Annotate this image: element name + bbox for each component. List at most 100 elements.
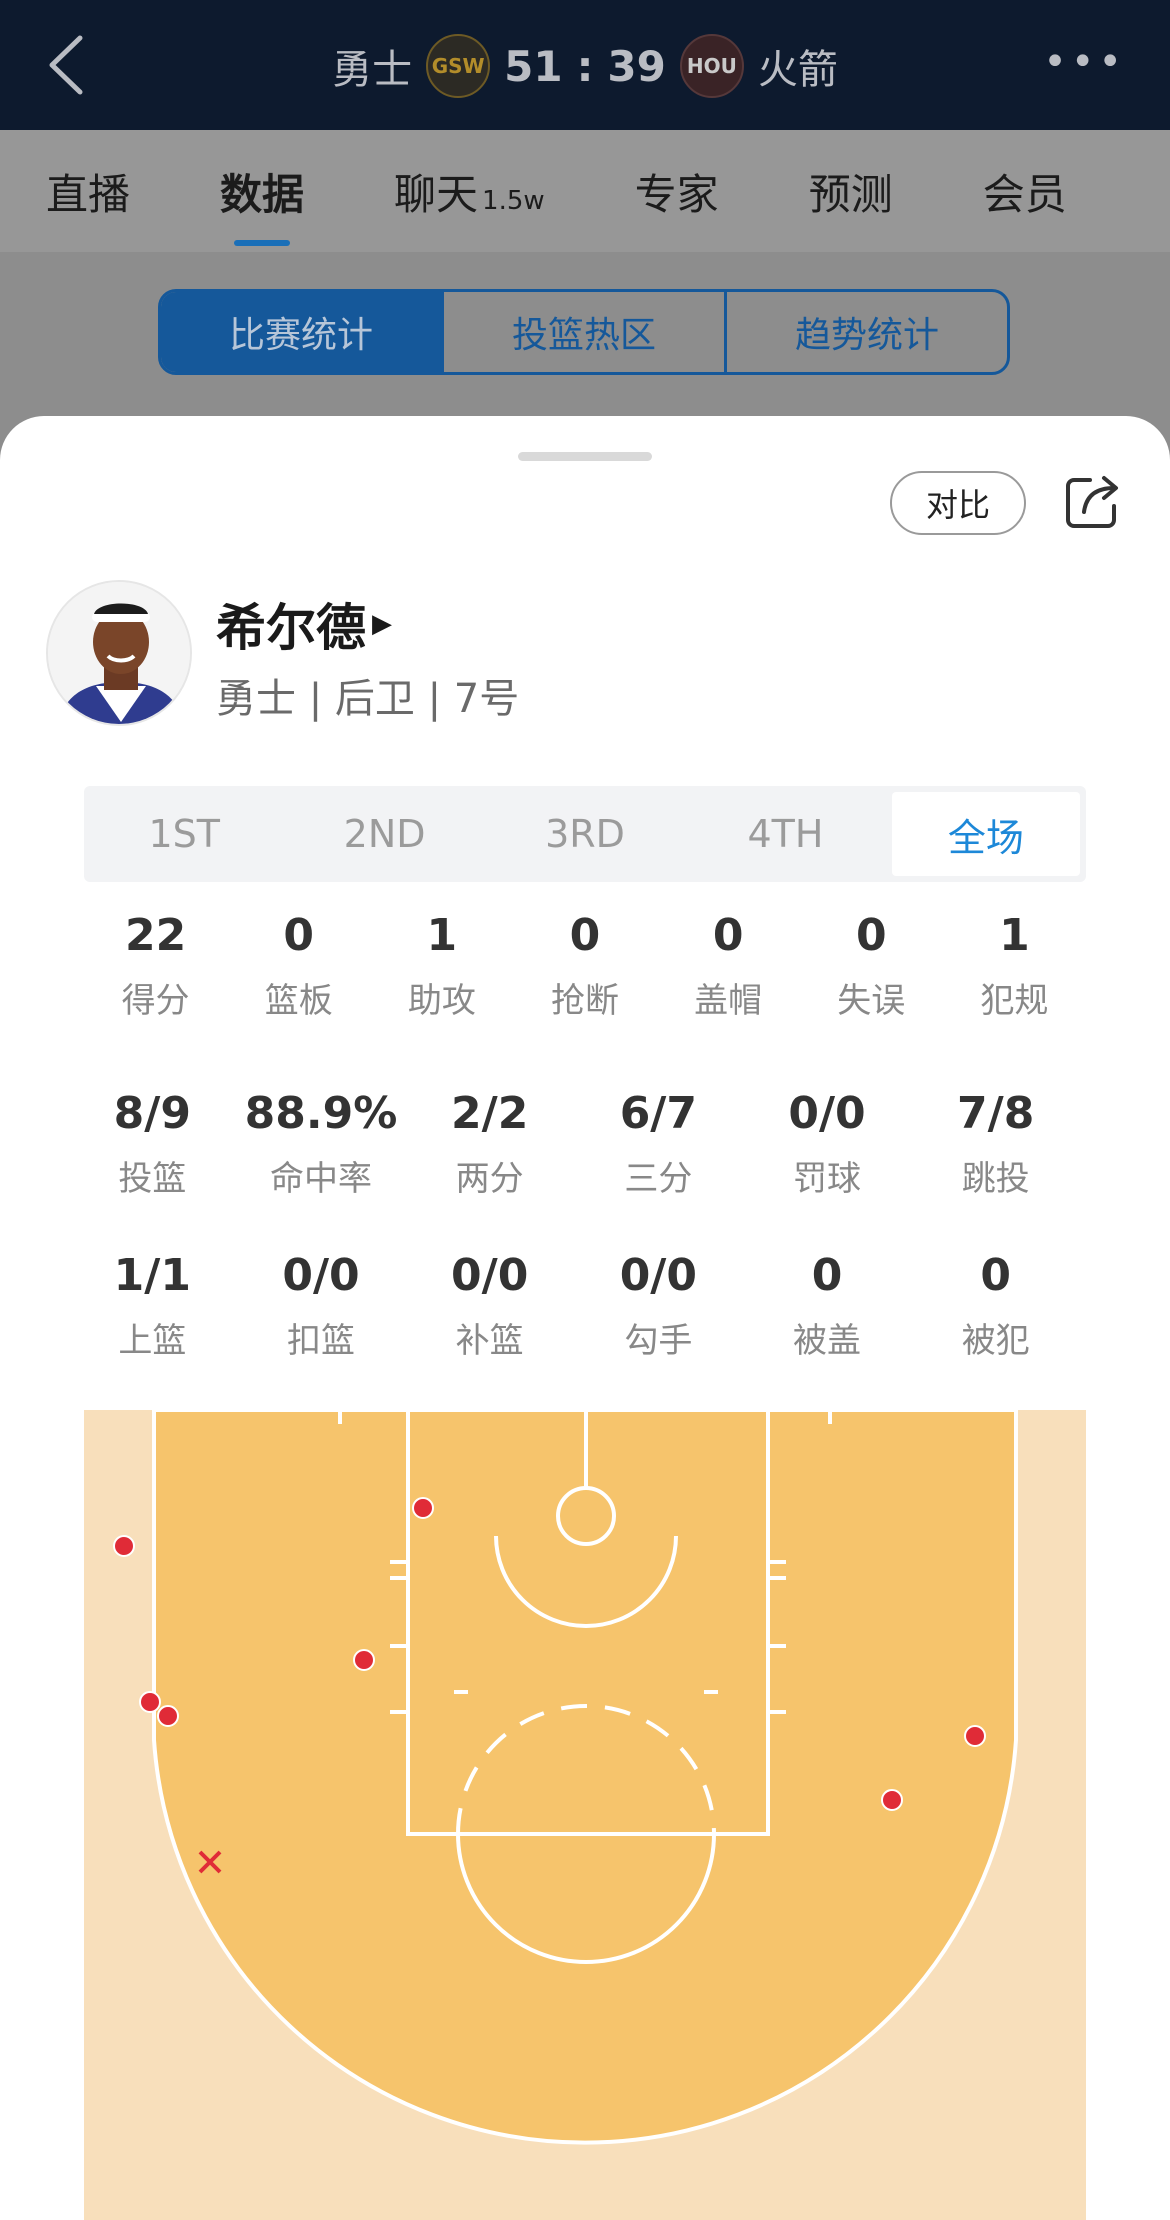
stat-value: 0/0	[619, 1250, 697, 1301]
game-header: 勇士 GSW 51 : 39 HOU 火箭 •••	[0, 0, 1170, 130]
stat-cell: 0 抢断	[513, 910, 656, 1022]
stat-value: 0	[283, 910, 315, 961]
player-info: 勇士 | 后卫 | 7号	[216, 676, 520, 722]
made-shot-marker	[964, 1725, 986, 1747]
tab-label: 数据	[220, 169, 305, 219]
stat-cell: 2/2 两分	[405, 1088, 574, 1200]
segment-trend-stats[interactable]: 趋势统计	[727, 292, 1007, 372]
share-icon[interactable]	[1064, 472, 1122, 530]
stat-cell: 0/0 勾手	[574, 1250, 743, 1362]
stat-label: 篮板	[264, 981, 333, 1021]
stats-segment-control: 比赛统计 投篮热区 趋势统计	[158, 289, 1010, 375]
stat-value: 0	[980, 1250, 1011, 1301]
stat-label: 失误	[837, 981, 906, 1021]
stat-cell: 0 被犯	[911, 1250, 1080, 1362]
stat-cell: 22 得分	[84, 910, 227, 1022]
stat-cell: 0/0 扣篮	[237, 1250, 406, 1362]
made-shot-marker	[157, 1705, 179, 1727]
home-team-name: 勇士	[332, 47, 413, 93]
stat-cell: 0 篮板	[227, 910, 370, 1022]
stat-label: 被犯	[961, 1321, 1030, 1361]
stat-cell: 0 被盖	[743, 1250, 912, 1362]
stat-label: 上篮	[118, 1321, 187, 1361]
stat-value: 2/2	[451, 1088, 529, 1139]
stat-value: 0	[811, 1250, 843, 1301]
stat-cell: 0/0 罚球	[743, 1088, 912, 1200]
quarter-tab-4th[interactable]: 4TH	[691, 792, 879, 876]
away-team-logo: HOU	[679, 34, 744, 98]
stat-value: 1/1	[113, 1250, 191, 1301]
stat-value: 1	[999, 910, 1030, 961]
stat-value: 88.9%	[244, 1088, 398, 1139]
player-name[interactable]: 希尔德 ▶	[216, 588, 392, 660]
made-shot-marker	[881, 1789, 903, 1811]
home-team-logo: GSW	[426, 34, 491, 98]
stat-value: 0	[855, 910, 887, 961]
stat-cell: 0 失误	[800, 910, 943, 1022]
detail-stats-row: 1/1 上篮 0/0 扣篮 0/0 补篮 0/0 勾手 0 被盖 0 被犯	[68, 1250, 1080, 1362]
stat-label: 抢断	[550, 981, 619, 1021]
segment-game-stats[interactable]: 比赛统计	[161, 292, 444, 372]
stat-value: 0/0	[788, 1088, 866, 1139]
stat-value: 22	[124, 910, 187, 961]
stat-label: 补篮	[455, 1321, 524, 1361]
main-tabs: 直播 数据 聊天 1.5w 专家 预测 会员	[0, 130, 1170, 252]
made-shot-marker	[353, 1649, 375, 1671]
sheet-drag-handle[interactable]	[518, 452, 652, 461]
quarter-tab-2nd[interactable]: 2ND	[290, 792, 478, 876]
stat-cell: 88.9% 命中率	[237, 1088, 406, 1200]
stat-cell: 0 盖帽	[657, 910, 800, 1022]
tab-label: 会员	[982, 169, 1067, 219]
tab-member[interactable]: 会员	[983, 161, 1067, 222]
tab-predict[interactable]: 预测	[809, 161, 893, 222]
tab-experts[interactable]: 专家	[635, 161, 719, 222]
play-arrow-icon: ▶	[372, 609, 392, 639]
shot-chart-court	[84, 1410, 1086, 2220]
segment-shot-zones[interactable]: 投篮热区	[444, 292, 727, 372]
scoreboard: 勇士 GSW 51 : 39 HOU 火箭	[0, 34, 1170, 98]
quarter-tab-1st[interactable]: 1ST	[90, 792, 278, 876]
compare-button[interactable]: 对比	[890, 471, 1026, 535]
stat-label: 罚球	[793, 1159, 862, 1199]
player-photo-icon	[48, 582, 190, 724]
chat-count-badge: 1.5w	[482, 185, 545, 216]
player-sheet: 对比 希尔德 ▶ 勇士 | 后卫 | 7号 1ST 2ND 3RD 4TH 全场 …	[0, 416, 1170, 2220]
stat-value: 1	[426, 910, 458, 961]
tab-label: 预测	[808, 169, 893, 219]
stat-label: 两分	[455, 1159, 524, 1199]
stat-value: 6/7	[619, 1088, 697, 1139]
home-score: 51	[504, 41, 563, 91]
quarter-tab-full-game[interactable]: 全场	[891, 792, 1081, 876]
stat-cell: 7/8 跳投	[911, 1088, 1080, 1200]
stat-value: 0/0	[282, 1250, 360, 1301]
quarter-tabs: 1ST 2ND 3RD 4TH 全场	[84, 786, 1086, 882]
stat-cell: 6/7 三分	[574, 1088, 743, 1200]
score-separator: :	[576, 41, 594, 91]
made-shot-marker	[412, 1497, 434, 1519]
stat-value: 0	[569, 910, 601, 961]
stat-cell: 1 犯规	[943, 910, 1086, 1022]
stat-label: 勾手	[624, 1321, 693, 1361]
made-shot-marker	[113, 1535, 135, 1557]
player-avatar[interactable]	[46, 580, 192, 726]
player-name-text: 希尔德	[216, 599, 366, 657]
tab-label: 直播	[46, 169, 131, 219]
more-options-icon[interactable]: •••	[1043, 42, 1126, 82]
stat-label: 被盖	[793, 1321, 862, 1361]
tab-data[interactable]: 数据	[220, 161, 305, 246]
stat-label: 犯规	[980, 981, 1049, 1021]
stat-label: 助攻	[407, 981, 476, 1021]
basic-stats-row: 22 得分 0 篮板 1 助攻 0 抢断 0 盖帽 0 失误 1 犯规	[84, 910, 1086, 1022]
stat-label: 命中率	[270, 1159, 372, 1199]
tab-live[interactable]: 直播	[46, 161, 130, 222]
tab-chat[interactable]: 聊天 1.5w	[394, 161, 545, 222]
stat-value: 0	[712, 910, 744, 961]
stat-cell: 1 助攻	[370, 910, 513, 1022]
stat-value: 7/8	[957, 1088, 1035, 1139]
shooting-stats-row: 8/9 投篮 88.9% 命中率 2/2 两分 6/7 三分 0/0 罚球 7/8 跳投	[68, 1088, 1080, 1200]
quarter-tab-3rd[interactable]: 3RD	[491, 792, 679, 876]
stat-label: 投篮	[118, 1159, 187, 1199]
tab-label: 聊天	[394, 169, 479, 219]
stat-value: 0/0	[451, 1250, 529, 1301]
away-score: 39	[607, 41, 666, 91]
